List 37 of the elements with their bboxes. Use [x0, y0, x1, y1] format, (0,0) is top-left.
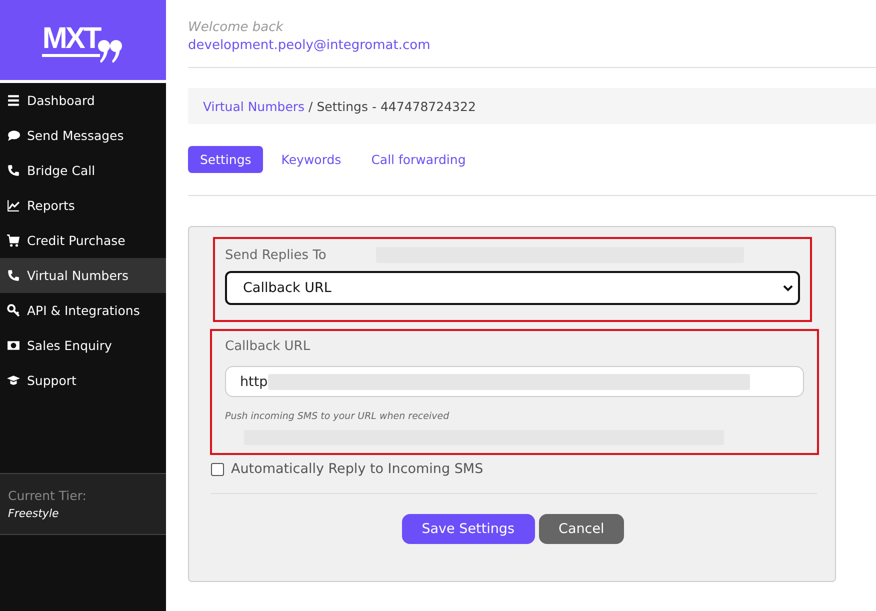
sidebar-item[interactable]: Reports: [0, 188, 166, 223]
sidebar-item[interactable]: Support: [0, 363, 166, 398]
tab[interactable]: Call forwarding: [359, 146, 478, 173]
select-field[interactable]: Callback URL: [225, 271, 800, 305]
graduation-cap-icon: [7, 374, 20, 387]
greeting-text: Welcome back: [188, 20, 284, 35]
speech-bubble-icon: [7, 129, 20, 142]
line-chart-icon: [7, 199, 20, 212]
breadcrumb-link[interactable]: Virtual Numbers: [203, 98, 305, 114]
sidebar-item[interactable]: Send Messages: [0, 118, 166, 153]
field-label: Send Replies To: [225, 248, 326, 262]
phone-icon: [7, 269, 20, 282]
sidebar-item[interactable]: Bridge Call: [0, 153, 166, 188]
breadcrumb-text: / Settings - 447478724322: [308, 98, 476, 114]
banknote-icon: [7, 339, 20, 352]
field-label: Callback URL: [225, 339, 312, 354]
sidebar-item[interactable]: Virtual Numbers: [0, 258, 166, 293]
sidebar-item[interactable]: Credit Purchase: [0, 223, 166, 258]
tier-value: Freestyle: [8, 507, 60, 520]
key-icon: [7, 304, 20, 317]
menu-icon: [7, 94, 20, 107]
cancel-button[interactable]: Cancel: [538, 514, 624, 544]
tier-label: Current Tier:: [8, 488, 88, 503]
tab[interactable]: Keywords: [269, 146, 354, 173]
tab[interactable]: Settings: [188, 146, 264, 173]
input-field[interactable]: http: [225, 366, 804, 398]
phone-icon: [7, 164, 20, 177]
sidebar-item[interactable]: API & Integrations: [0, 293, 166, 328]
user-email: development.peoly@integromat.com: [188, 38, 432, 53]
checkbox-label: Automatically Reply to Incoming SMS: [231, 461, 484, 477]
save-button[interactable]: Save Settings: [402, 514, 535, 544]
sidebar-item[interactable]: Sales Enquiry: [0, 328, 166, 363]
help-text: Push incoming SMS to your URL when received: [225, 411, 450, 422]
checkbox[interactable]: [211, 462, 224, 476]
sidebar-item[interactable]: Dashboard: [0, 83, 166, 118]
cart-icon: [7, 234, 20, 247]
chevron-down-icon: [783, 284, 793, 292]
